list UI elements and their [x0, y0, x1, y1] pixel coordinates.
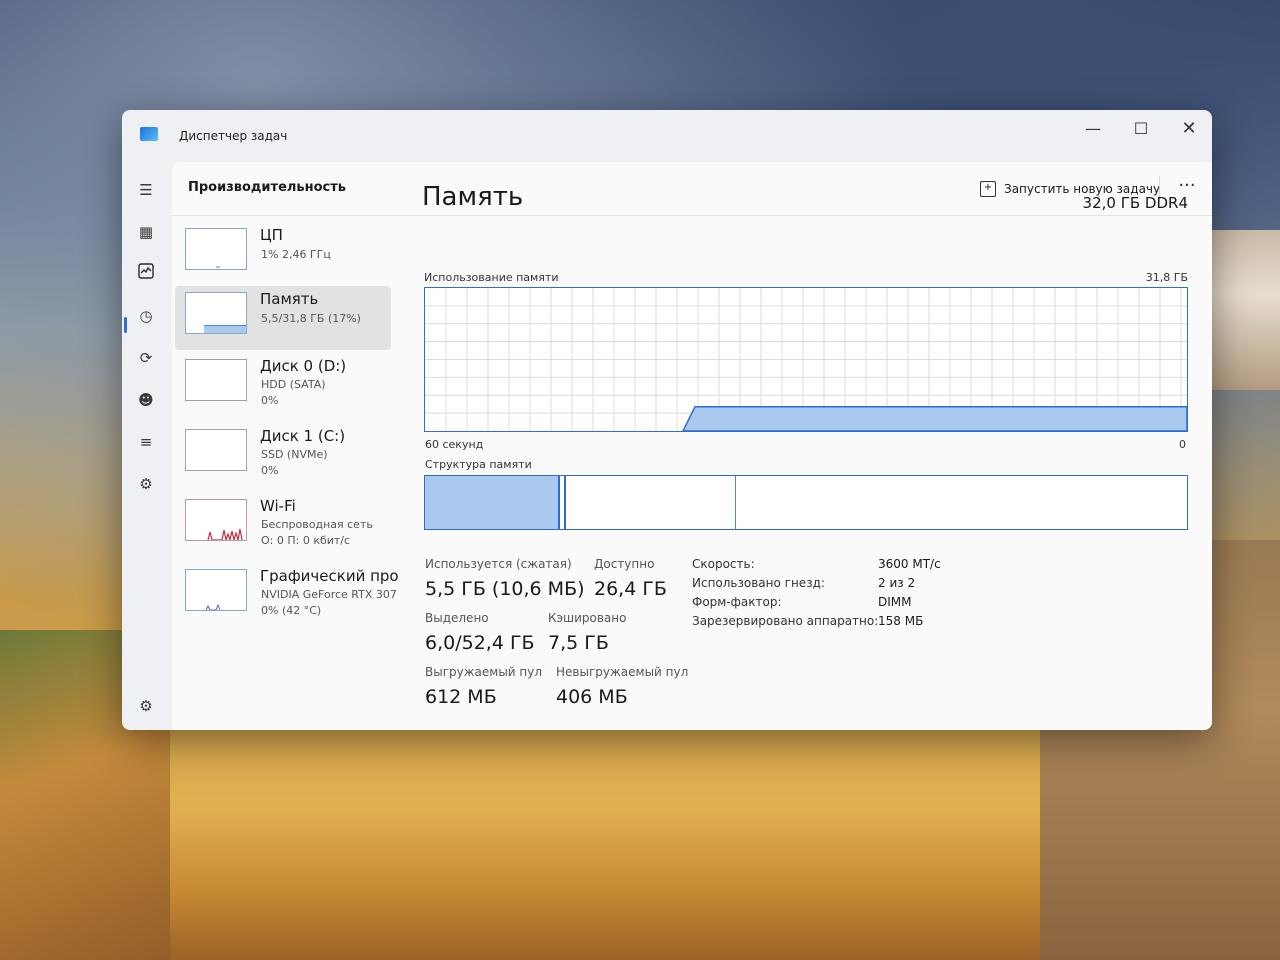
cached-value: 7,5 ГБ — [548, 632, 609, 654]
hamburger-icon[interactable]: ☰ — [135, 179, 157, 201]
page-title: Производительность — [188, 180, 347, 195]
page-header: Производительность + Запустить новую зад… — [172, 162, 1212, 216]
sidebar-item-detail: SSD (NVMe) — [261, 448, 328, 461]
hardware-reserved-value: 158 МБ — [878, 614, 924, 628]
memory-structure-bar — [424, 475, 1188, 530]
sidebar-item-disk-1[interactable]: Диск 1 (C:) SSD (NVMe) 0% — [175, 423, 391, 487]
new-task-icon: + — [980, 181, 996, 197]
sidebar-item-detail: 0% — [261, 464, 279, 477]
disk0-thumbnail-graph — [185, 359, 247, 401]
details-icon[interactable]: ≡ — [135, 431, 157, 453]
committed-value: 6,0/52,4 ГБ — [425, 632, 535, 654]
sidebar-item-detail: Беспроводная сеть — [261, 518, 373, 531]
wallpaper-cliff — [170, 728, 1070, 960]
task-manager-icon — [140, 127, 158, 141]
sidebar-item-detail: 0% — [261, 394, 279, 407]
memory-usage-max: 31,8 ГБ — [1145, 271, 1188, 284]
gpu-thumbnail-graph — [185, 569, 247, 611]
sidebar-item-label: Диск 0 (D:) — [260, 357, 347, 375]
services-icon[interactable]: ⚙ — [135, 473, 157, 495]
title-bar[interactable]: Диспетчер задач — ☐ ✕ — [122, 110, 1212, 162]
close-button[interactable]: ✕ — [1166, 114, 1212, 144]
slots-used-value: 2 из 2 — [878, 576, 916, 590]
sidebar-item-label: Память — [260, 290, 319, 308]
sidebar-item-wifi[interactable]: Wi-Fi Беспроводная сеть О: 0 П: 0 кбит/с — [175, 493, 391, 557]
memory-structure-label: Структура памяти — [425, 458, 532, 471]
memory-usage-area — [682, 405, 1187, 431]
x-axis-end-label: 0 — [1179, 438, 1186, 451]
sidebar-item-detail: 1% 2,46 ГГц — [261, 248, 331, 261]
sidebar-item-label: Графический про — [260, 567, 399, 585]
maximize-button[interactable]: ☐ — [1118, 114, 1164, 144]
available-label: Доступно — [594, 557, 655, 571]
in-use-value: 5,5 ГБ (10,6 МБ) — [425, 578, 585, 600]
wallpaper-town — [1212, 230, 1280, 390]
sidebar-item-label: Wi-Fi — [260, 497, 296, 515]
wifi-thumbnail-graph — [185, 499, 247, 541]
memory-thumbnail-graph — [185, 292, 247, 334]
speed-value: 3600 МТ/с — [878, 557, 941, 571]
startup-icon[interactable]: ⟳ — [135, 347, 157, 369]
disk1-thumbnail-graph — [185, 429, 247, 471]
speed-label: Скорость: — [692, 557, 755, 571]
memory-title: Память — [422, 182, 524, 212]
sidebar-item-cpu[interactable]: ЦП 1% 2,46 ГГц — [175, 222, 391, 286]
paged-pool-value: 612 МБ — [425, 686, 497, 708]
nonpaged-pool-value: 406 МБ — [556, 686, 628, 708]
sidebar-item-detail: 0% (42 °C) — [261, 604, 322, 617]
sidebar-item-detail: О: 0 П: 0 кбит/с — [261, 534, 351, 547]
window-title: Диспетчер задач — [179, 129, 288, 143]
x-axis-start-label: 60 секунд — [425, 438, 484, 451]
paged-pool-label: Выгружаемый пул — [425, 665, 543, 679]
sidebar-item-detail: HDD (SATA) — [261, 378, 326, 391]
processes-icon[interactable]: ▦ — [135, 221, 157, 243]
memory-in-use-segment — [425, 476, 560, 529]
sidebar-item-label: ЦП — [260, 226, 283, 244]
hardware-reserved-label: Зарезервировано аппаратно: — [692, 614, 879, 628]
sidebar-item-detail: NVIDIA GeForce RTX 307 — [261, 588, 397, 601]
form-factor-value: DIMM — [878, 595, 912, 609]
committed-label: Выделено — [425, 611, 489, 625]
in-use-label: Используется (сжатая) — [425, 557, 572, 571]
sidebar-item-label: Диск 1 (C:) — [260, 427, 346, 445]
memory-standby-segment-end — [735, 476, 736, 529]
memory-modified-segment — [560, 476, 566, 529]
performance-icon[interactable] — [135, 263, 157, 285]
form-factor-label: Форм-фактор: — [692, 595, 782, 609]
slots-used-label: Использовано гнезд: — [692, 576, 825, 590]
resource-list: ЦП 1% 2,46 ГГц Память 5,5/31,8 ГБ (17%) … — [172, 222, 402, 622]
sidebar-item-gpu[interactable]: Графический про NVIDIA GeForce RTX 307 0… — [175, 563, 399, 627]
users-icon[interactable]: ☻ — [135, 389, 157, 411]
cached-label: Кэшировано — [548, 611, 627, 625]
sidebar-item-disk-0[interactable]: Диск 0 (D:) HDD (SATA) 0% — [175, 353, 391, 417]
nonpaged-pool-label: Невыгружаемый пул — [556, 665, 689, 679]
navigation-rail: ☰ ▦ ◷ ⟳ ☻ ≡ ⚙ ⚙ — [122, 162, 172, 730]
memory-usage-graph — [424, 287, 1188, 432]
history-icon[interactable]: ◷ — [135, 305, 157, 327]
settings-icon[interactable]: ⚙ — [135, 695, 157, 717]
sidebar-item-memory[interactable]: Память 5,5/31,8 ГБ (17%) — [175, 286, 391, 350]
task-manager-window: Диспетчер задач — ☐ ✕ ☰ ▦ ◷ ⟳ ☻ ≡ ⚙ ⚙ Пр… — [122, 110, 1212, 730]
memory-usage-svg — [425, 288, 1187, 431]
cpu-thumbnail-graph — [185, 228, 247, 270]
sidebar-item-detail: 5,5/31,8 ГБ (17%) — [261, 312, 361, 325]
minimize-button[interactable]: — — [1070, 114, 1116, 144]
active-indicator — [124, 317, 127, 333]
memory-usage-label: Использование памяти — [424, 271, 559, 284]
performance-page: Производительность + Запустить новую зад… — [172, 162, 1212, 730]
memory-total: 32,0 ГБ DDR4 — [1082, 194, 1188, 212]
available-value: 26,4 ГБ — [594, 578, 667, 600]
